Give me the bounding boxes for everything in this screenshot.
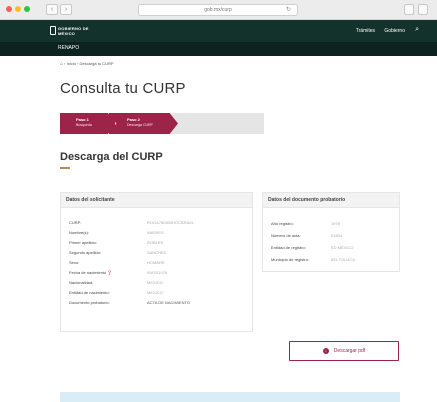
row-label: Fecha de nacimiento ❓ xyxy=(69,268,147,278)
search-icon[interactable]: ⌕ xyxy=(415,26,419,34)
share-icon[interactable] xyxy=(404,4,414,15)
data-row: Nacionalidad: MEXICO xyxy=(61,278,252,288)
row-label: CURP: xyxy=(69,220,82,225)
data-row: Segundo apellido: SANCHEZ xyxy=(61,248,252,258)
page-title: Consulta tu CURP xyxy=(60,80,186,97)
header-nav: Trámites Gobierno xyxy=(348,28,405,34)
row-label: Primer apellido: xyxy=(69,240,97,245)
row-value: MEXICO xyxy=(147,280,163,285)
step-2[interactable]: Paso 2 Descarga CURP xyxy=(108,113,178,134)
shield-icon xyxy=(50,26,56,35)
info-alert xyxy=(60,392,400,402)
download-label: Descargar pdf xyxy=(333,348,366,354)
step-2-subtitle: Descarga CURP xyxy=(127,123,153,127)
row-value: 051 TOLUCA xyxy=(331,257,355,262)
download-icon: ↓ xyxy=(322,348,329,354)
data-row: Entidad de nacimiento: MEXICO xyxy=(61,288,252,298)
close-window-button[interactable] xyxy=(6,6,12,12)
row-label: Entidad de registro: xyxy=(271,245,306,250)
minimize-window-button[interactable] xyxy=(15,6,21,12)
sub-header: RENAPO xyxy=(0,42,437,56)
address-bar[interactable]: gob.mx/curp ↻ xyxy=(138,4,298,16)
stepper: Paso 1 Búsqueda Paso 2 Descarga CURP xyxy=(60,113,264,134)
browser-toolbar: ‹ › gob.mx/curp ↻ xyxy=(0,0,437,20)
breadcrumb: ⌂ › Inicio › Descarga tu CURP xyxy=(60,61,114,67)
data-row: Municipio de registro: 051 TOLUCA xyxy=(263,254,399,266)
section-title: Descarga del CURP xyxy=(60,151,163,163)
back-button[interactable]: ‹ xyxy=(46,4,58,15)
row-label: Nacionalidad: xyxy=(69,280,94,285)
row-value: 09/03/1978 xyxy=(147,270,168,275)
row-value: HOMBRE xyxy=(147,260,165,265)
step-1-subtitle: Búsqueda xyxy=(76,123,92,127)
home-icon[interactable]: ⌂ xyxy=(60,61,63,67)
row-label: Entidad de nacimiento: xyxy=(69,290,110,295)
data-row: Número de acta: 01804 xyxy=(263,230,399,242)
site-header: GOBIERNO DE MÉXICO Trámites Gobierno ⌕ xyxy=(0,20,437,42)
row-value: ED MÉXICO xyxy=(331,245,354,250)
maximize-window-button[interactable] xyxy=(24,6,30,12)
probatorio-rows: Año registro: 1978 Número de acta: 01804… xyxy=(263,208,399,266)
probatorio-panel: Datos del documento probatorio Año regis… xyxy=(262,192,400,272)
row-value: 1978 xyxy=(331,221,340,226)
logo-line-2: MÉXICO xyxy=(58,31,75,36)
row-value: 01804 xyxy=(331,233,343,238)
tabs-icon[interactable] xyxy=(418,4,428,15)
row-label: Segundo apellido: xyxy=(69,250,102,255)
solicitante-heading: Datos del solicitante xyxy=(61,193,252,208)
gobierno-logo[interactable]: GOBIERNO DE MÉXICO xyxy=(50,26,89,36)
row-label: Año registro: xyxy=(271,221,294,226)
nav-link-gobierno[interactable]: Gobierno xyxy=(384,28,405,34)
data-row: Sexo: HOMBRE xyxy=(61,258,252,268)
row-value: SANCHEZ xyxy=(147,250,167,255)
row-label: Documento probatorio: xyxy=(69,300,110,305)
row-value: ACTA DE NACIMIENTO xyxy=(147,300,190,305)
forward-button[interactable]: › xyxy=(60,4,72,15)
row-label: Sexo: xyxy=(69,260,80,265)
solicitante-panel: Datos del solicitante CURP: ROGA780309HO… xyxy=(60,192,253,332)
row-value: MEXICO xyxy=(147,290,163,295)
row-value: ANDRES xyxy=(147,230,164,235)
url-text: gob.mx/curp xyxy=(204,7,232,13)
step-1[interactable]: Paso 1 Búsqueda xyxy=(60,113,115,134)
data-row: Primer apellido: ROBLES xyxy=(61,238,252,248)
data-row: Nombre(s): ANDRES xyxy=(61,228,252,238)
info-icon[interactable]: ❓ xyxy=(107,270,112,275)
row-value: ROGA780309HOCBRA01 xyxy=(147,220,194,225)
breadcrumb-text[interactable]: › Inicio › Descarga tu CURP xyxy=(64,61,113,66)
row-label: Número de acta: xyxy=(271,233,301,238)
data-row: Año registro: 1978 xyxy=(263,218,399,230)
section-underline xyxy=(60,167,70,169)
row-value: ROBLES xyxy=(147,240,164,245)
row-label-text: Fecha de nacimiento xyxy=(69,270,107,275)
probatorio-heading: Datos del documento probatorio xyxy=(263,193,399,208)
download-pdf-button[interactable]: ↓ Descargar pdf xyxy=(289,341,399,361)
data-row: Entidad de registro: ED MÉXICO xyxy=(263,242,399,254)
subheader-title[interactable]: RENAPO xyxy=(58,45,79,51)
row-label: Municipio de registro: xyxy=(271,257,310,262)
reload-icon[interactable]: ↻ xyxy=(286,5,291,15)
data-row: Documento probatorio: ACTA DE NACIMIENTO xyxy=(61,298,252,308)
solicitante-rows: CURP: ROGA780309HOCBRA01 Nombre(s): ANDR… xyxy=(61,208,252,308)
data-row: Fecha de nacimiento ❓ 09/03/1978 xyxy=(61,268,252,278)
row-label: Nombre(s): xyxy=(69,230,90,235)
data-row: CURP: ROGA780309HOCBRA01 xyxy=(61,218,252,228)
nav-link-tramites[interactable]: Trámites xyxy=(356,28,375,34)
